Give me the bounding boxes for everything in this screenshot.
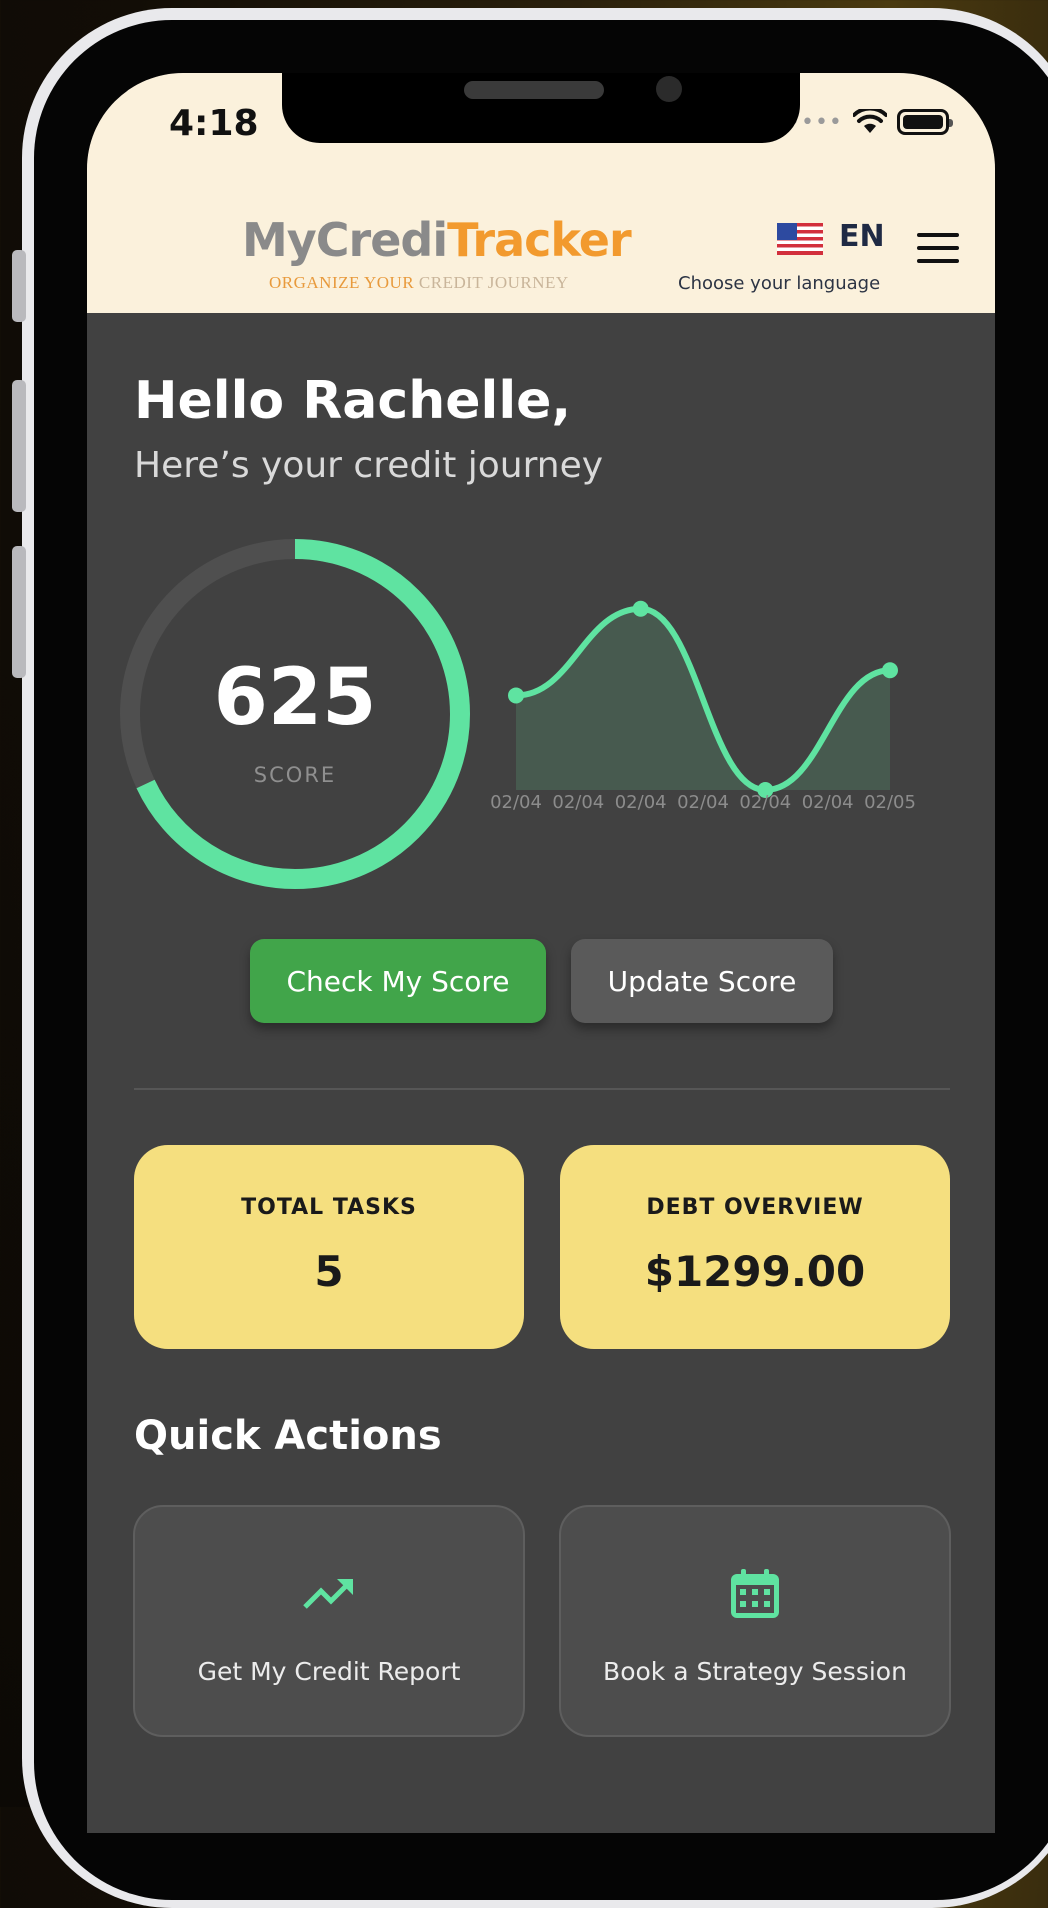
get-credit-report-label: Get My Credit Report [197,1657,461,1686]
status-icons: •••• [787,109,953,135]
language-hint: Choose your language [678,273,881,294]
logo-text-orange: Tracker [447,213,632,267]
mute-switch [12,250,26,322]
x-tick-label: 02/04 [552,792,604,813]
battery-icon [896,109,953,135]
greeting-title: Hello Rachelle, [134,371,572,431]
quick-actions-title: Quick Actions [134,1413,442,1459]
score-label: SCORE [253,763,337,787]
tagline-light: CREDIT JOURNEY [414,273,569,292]
x-tick-label: 02/04 [615,792,667,813]
greeting-subtitle: Here’s your credit journey [134,445,604,486]
wifi-icon [852,109,887,133]
calendar-icon [731,1569,779,1618]
logo-tagline: ORGANIZE YOUR CREDIT JOURNEY [269,273,569,293]
book-strategy-session-button[interactable]: Book a Strategy Session [559,1505,951,1737]
total-tasks-title: TOTAL TASKS [241,1195,417,1220]
tagline-strong: ORGANIZE YOUR [269,273,415,292]
chart-point-0[interactable] [508,687,524,704]
speaker-grille [464,81,604,99]
x-tick-label: 02/04 [677,792,729,813]
update-score-button[interactable]: Update Score [571,939,833,1023]
book-strategy-session-label: Book a Strategy Session [603,1657,907,1686]
trending-up-icon [303,1579,353,1609]
chart-point-3[interactable] [882,662,898,679]
check-my-score-button[interactable]: Check My Score [250,939,546,1023]
debt-overview-card[interactable]: DEBT OVERVIEW $1299.00 [560,1145,950,1349]
hamburger-menu-icon[interactable] [917,233,959,263]
score-value: 625 [213,653,377,743]
app-screen: 4:18 •••• MyCrediTracker ORGANIZE YOUR C… [87,73,995,1833]
device-notch [282,73,800,143]
total-tasks-value: 5 [314,1247,344,1296]
x-tick-label: 02/04 [739,792,791,813]
section-divider [134,1088,950,1090]
front-camera [656,76,682,102]
score-history-chart: 02/04 02/04 02/04 02/04 02/04 02/04 02/05 [490,600,916,813]
status-time: 4:18 [169,103,259,144]
x-tick-label: 02/05 [864,792,916,813]
volume-down-button [12,546,26,678]
debt-overview-value: $1299.00 [644,1247,866,1296]
x-tick-label: 02/04 [802,792,854,813]
chart-point-1[interactable] [632,600,649,617]
logo-text-gray: MyCredi [242,213,448,267]
language-selector[interactable]: EN [839,219,885,254]
app-logo[interactable]: MyCrediTracker [242,213,632,267]
volume-up-button [12,380,26,512]
debt-overview-title: DEBT OVERVIEW [646,1195,864,1220]
us-flag-icon[interactable] [777,223,823,255]
total-tasks-card[interactable]: TOTAL TASKS 5 [134,1145,524,1349]
get-credit-report-button[interactable]: Get My Credit Report [133,1505,525,1737]
x-tick-label: 02/04 [490,792,542,813]
